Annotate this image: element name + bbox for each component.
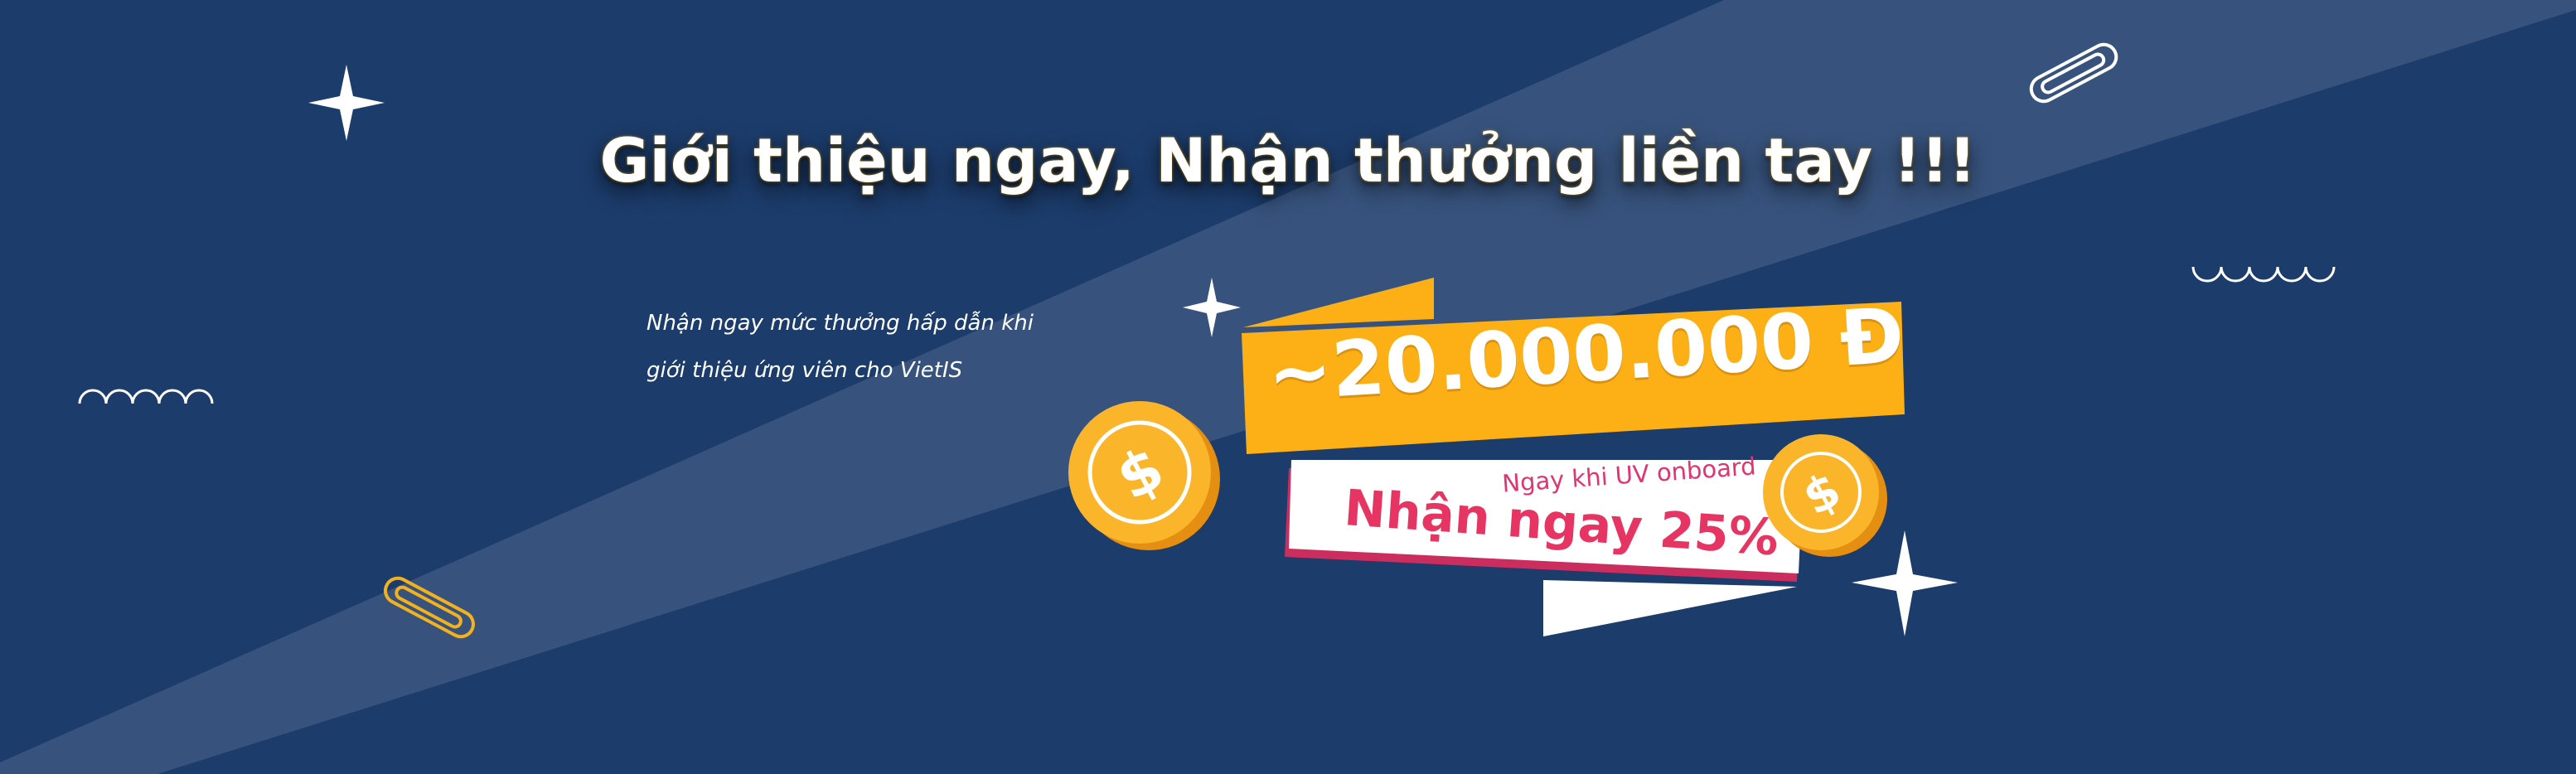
headline: Giới thiệu ngay, Nhận thưởng liền tay !!… [599,126,1977,196]
ribbon-tail [1543,580,1797,636]
wave-icon [78,389,214,404]
subtext-line-1: Nhận ngay mức thưởng hấp dẫn khi [646,311,1034,336]
subtext-line-2: giới thiệu ứng viên cho VietIS [646,358,963,383]
referral-banner: $ $ Giới thiệu ngay, Nhận thưởng liền ta… [0,0,2576,774]
wave-icon [2191,266,2336,283]
sparkle-icon [1852,530,1958,636]
